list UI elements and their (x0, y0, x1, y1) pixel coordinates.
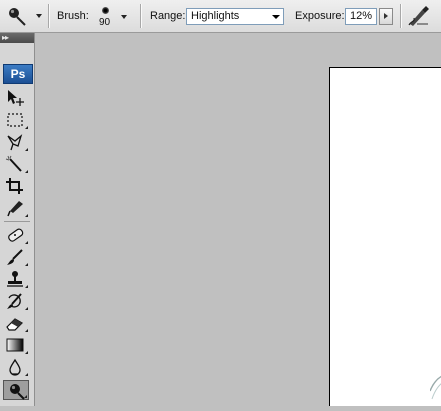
tool-flyout-indicator (25, 170, 28, 173)
slice-tool-icon (7, 201, 23, 217)
exposure-label: Exposure: (295, 10, 345, 22)
tool-flyout-indicator (25, 285, 28, 288)
clone-stamp-tool[interactable] (3, 269, 29, 289)
tools-panel: ▸▸ Ps (0, 33, 35, 406)
tool-flyout-indicator (25, 126, 28, 129)
dodge-tool-icon (9, 8, 26, 26)
crop-tool[interactable] (3, 176, 29, 196)
eraser-tool-icon (6, 318, 23, 331)
history-brush-tool[interactable] (3, 291, 29, 311)
tool-flyout-indicator (25, 373, 28, 376)
history-brush-tool-icon (7, 293, 22, 309)
brush-tool-icon (7, 249, 23, 265)
brush-label: Brush: (57, 10, 89, 22)
divider (140, 4, 142, 28)
blur-tool[interactable] (3, 357, 29, 377)
range-select[interactable]: Highlights (186, 8, 284, 25)
move-tool[interactable] (3, 88, 29, 108)
tool-flyout-indicator (25, 329, 28, 332)
tool-flyout-indicator (25, 148, 28, 151)
healing-brush-tool[interactable] (3, 225, 29, 245)
tool-flyout-indicator (25, 241, 28, 244)
tool-flyout-indicator (24, 395, 27, 398)
brush-tool[interactable] (3, 247, 29, 267)
healing-brush-tool-icon (8, 228, 24, 242)
dodge-tool[interactable] (3, 380, 29, 400)
crop-tool-icon (6, 178, 23, 194)
divider (400, 4, 402, 28)
tool-preset-picker[interactable] (4, 5, 44, 27)
gradient-tool[interactable] (3, 335, 29, 355)
divider (48, 4, 50, 28)
tool-flyout-indicator (25, 307, 28, 310)
divider (4, 221, 30, 222)
magic-wand-tool[interactable] (3, 154, 29, 174)
rectangular-marquee-tool-icon (7, 113, 23, 127)
clone-stamp-tool-icon (7, 271, 23, 287)
brush-picker[interactable]: 90 (96, 2, 132, 30)
document-canvas[interactable] (329, 67, 441, 406)
gradient-tool-icon (6, 338, 24, 352)
image-content (430, 375, 441, 400)
expand-panel-icon: ▸▸ (2, 33, 9, 42)
ps-logo[interactable]: Ps (3, 64, 33, 84)
brush-size: 90 (99, 17, 111, 28)
eraser-tool[interactable] (3, 313, 29, 333)
tool-flyout-indicator (25, 214, 28, 217)
tool-flyout-indicator (25, 351, 28, 354)
exposure-slider-button[interactable] (379, 8, 393, 25)
options-bar: Brush: 90 Range: Highlights Exposure: 12… (0, 0, 441, 33)
slice-tool[interactable] (3, 198, 29, 218)
blur-tool-icon (9, 358, 21, 376)
tool-flyout-indicator (25, 263, 28, 266)
chevron-down-icon (121, 15, 127, 19)
airbrush-icon[interactable] (406, 4, 432, 28)
rectangular-marquee-tool[interactable] (3, 110, 29, 130)
exposure-input[interactable]: 12% (345, 8, 377, 25)
brush-tip-icon (102, 7, 109, 14)
move-tool-icon (8, 90, 24, 106)
tools-panel-header[interactable]: ▸▸ (0, 33, 34, 43)
dodge-tool-icon (10, 384, 25, 400)
lasso-tool[interactable] (3, 132, 29, 152)
magic-wand-tool-icon (5, 155, 22, 172)
range-label: Range: (150, 10, 186, 22)
chevron-down-icon (36, 14, 42, 18)
chevron-down-icon (268, 9, 283, 24)
lasso-tool-icon (7, 134, 23, 151)
